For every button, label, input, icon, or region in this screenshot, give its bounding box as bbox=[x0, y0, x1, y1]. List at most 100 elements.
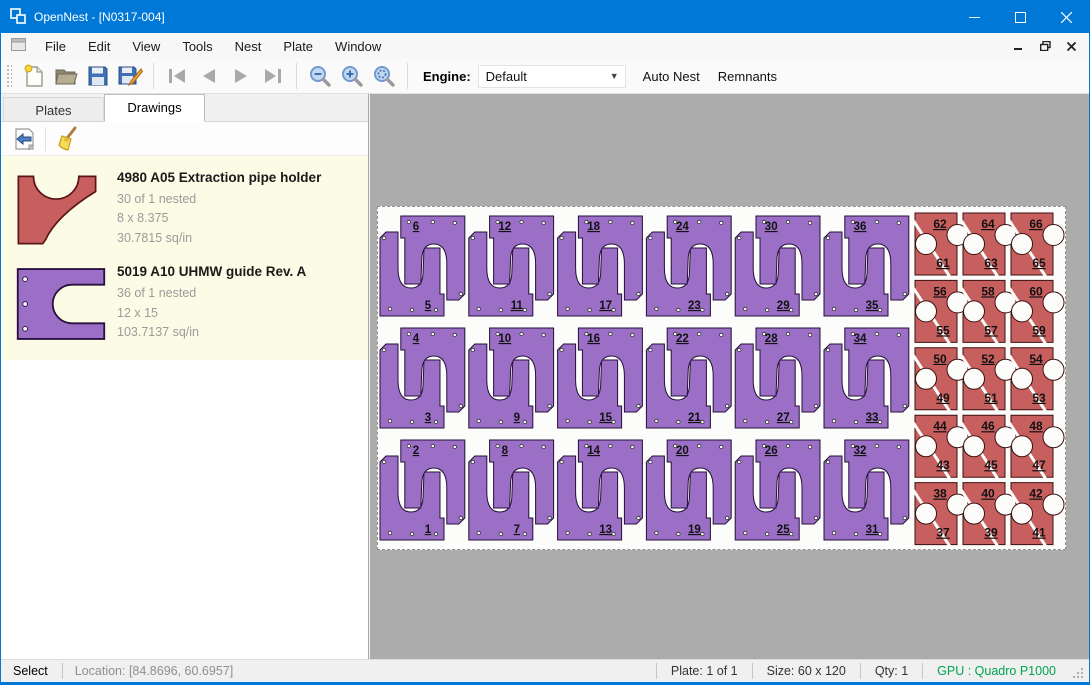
panel-toolbar-separator bbox=[45, 127, 46, 151]
status-location: Location: [84.8696, 60.6957] bbox=[63, 664, 245, 678]
nested-pair-purple[interactable]: 3635 bbox=[824, 216, 909, 316]
menu-plate[interactable]: Plate bbox=[272, 35, 324, 58]
drill-hole bbox=[677, 532, 680, 535]
drawing-size: 12 x 15 bbox=[117, 304, 306, 323]
nested-pair-purple[interactable]: 2019 bbox=[646, 440, 731, 540]
minimize-button[interactable] bbox=[951, 1, 997, 33]
menu-file[interactable]: File bbox=[34, 35, 77, 58]
drill-hole bbox=[808, 333, 811, 336]
drill-hole bbox=[698, 332, 701, 335]
drill-hole bbox=[548, 292, 551, 295]
next-plate-button[interactable] bbox=[225, 61, 257, 91]
plate-sheet[interactable]: 6543211211109871817161514132423222120193… bbox=[377, 206, 1066, 550]
resize-grip-icon[interactable] bbox=[1072, 667, 1086, 681]
zoom-out-button[interactable] bbox=[304, 61, 336, 91]
nested-pair-purple[interactable]: 21 bbox=[380, 440, 465, 540]
clear-drawings-button[interactable] bbox=[52, 125, 82, 153]
drill-hole bbox=[903, 404, 906, 407]
drill-hole bbox=[826, 236, 829, 239]
tab-drawings[interactable]: Drawings bbox=[104, 94, 205, 122]
previous-plate-button[interactable] bbox=[193, 61, 225, 91]
open-file-button[interactable] bbox=[50, 61, 82, 91]
menu-nest[interactable]: Nest bbox=[224, 35, 273, 58]
part-number: 1 bbox=[425, 524, 432, 536]
zoom-fit-button[interactable] bbox=[368, 61, 400, 91]
circular-notch bbox=[964, 234, 985, 255]
drawing-item-uhmw-guide[interactable]: 5019 A10 UHMW guide Rev. A 36 of 1 neste… bbox=[7, 256, 364, 350]
part-number: 2 bbox=[413, 445, 419, 457]
drill-hole bbox=[738, 348, 741, 351]
nested-pair-purple[interactable]: 65 bbox=[380, 216, 465, 316]
menu-view[interactable]: View bbox=[121, 35, 171, 58]
nested-pair-purple[interactable]: 3029 bbox=[735, 216, 820, 316]
mdi-minimize-icon[interactable] bbox=[1011, 39, 1027, 53]
circular-notch bbox=[916, 301, 937, 322]
nested-pair-purple[interactable]: 2827 bbox=[735, 328, 820, 428]
status-gpu: GPU : Quadro P1000 bbox=[922, 663, 1070, 679]
drill-hole bbox=[612, 308, 615, 311]
drill-hole bbox=[766, 308, 769, 311]
status-qty: Qty: 1 bbox=[860, 663, 922, 679]
nested-pair-purple[interactable]: 87 bbox=[469, 440, 554, 540]
close-button[interactable] bbox=[1043, 1, 1089, 33]
part-number: 33 bbox=[866, 412, 879, 424]
drill-hole bbox=[766, 420, 769, 423]
maximize-button[interactable] bbox=[997, 1, 1043, 33]
part-number: 5 bbox=[425, 300, 432, 312]
engine-selected-value: Default bbox=[486, 69, 527, 84]
nested-pair-purple[interactable]: 109 bbox=[469, 328, 554, 428]
mdi-restore-icon[interactable] bbox=[1037, 39, 1053, 53]
nested-pair-purple[interactable]: 1817 bbox=[558, 216, 643, 316]
mdi-close-icon[interactable] bbox=[1063, 39, 1079, 53]
part-number: 30 bbox=[765, 221, 778, 233]
part-number: 41 bbox=[1032, 526, 1046, 540]
nested-pair-purple[interactable]: 1615 bbox=[558, 328, 643, 428]
nested-pair-purple[interactable]: 2221 bbox=[646, 328, 731, 428]
nested-pair-purple[interactable]: 43 bbox=[380, 328, 465, 428]
drill-hole bbox=[453, 445, 456, 448]
engine-select[interactable]: Default ▼ bbox=[478, 65, 626, 88]
part-number: 16 bbox=[587, 333, 600, 345]
toolbar-grip[interactable] bbox=[6, 64, 12, 88]
tab-plates[interactable]: Plates bbox=[3, 97, 104, 121]
status-plate-count: Plate: 1 of 1 bbox=[656, 663, 752, 679]
nested-pair-purple[interactable]: 1413 bbox=[558, 440, 643, 540]
drill-hole bbox=[790, 420, 793, 423]
circular-notch bbox=[1012, 436, 1033, 457]
circular-notch bbox=[916, 503, 937, 524]
drawing-item-extraction-pipe-holder[interactable]: 4980 A05 Extraction pipe holder 30 of 1 … bbox=[7, 162, 364, 256]
app-logo-icon bbox=[10, 8, 26, 27]
drill-hole bbox=[878, 308, 881, 311]
drill-hole bbox=[786, 220, 789, 223]
part-number: 55 bbox=[936, 323, 950, 337]
nested-pair-purple[interactable]: 2423 bbox=[646, 216, 731, 316]
engine-label: Engine: bbox=[423, 69, 471, 84]
menu-tools[interactable]: Tools bbox=[171, 35, 223, 58]
drill-hole bbox=[407, 444, 410, 447]
nest-canvas[interactable]: 6543211211109871817161514132423222120193… bbox=[370, 94, 1089, 659]
mdi-child-icon[interactable] bbox=[11, 38, 26, 54]
part-number: 8 bbox=[502, 445, 509, 457]
save-button[interactable] bbox=[82, 61, 114, 91]
drill-hole bbox=[434, 532, 437, 535]
last-plate-button[interactable] bbox=[257, 61, 289, 91]
status-bar: Select Location: [84.8696, 60.6957] Plat… bbox=[1, 659, 1089, 684]
nested-pair-purple[interactable]: 3231 bbox=[824, 440, 909, 540]
drill-hole bbox=[431, 220, 434, 223]
menu-window[interactable]: Window bbox=[324, 35, 392, 58]
zoom-in-button[interactable] bbox=[336, 61, 368, 91]
nested-pair-purple[interactable]: 2625 bbox=[735, 440, 820, 540]
remnants-button[interactable]: Remnants bbox=[709, 64, 786, 89]
import-drawing-button[interactable] bbox=[9, 125, 39, 153]
auto-nest-button[interactable]: Auto Nest bbox=[634, 64, 709, 89]
new-file-button[interactable] bbox=[18, 61, 50, 91]
menu-edit[interactable]: Edit bbox=[77, 35, 121, 58]
part-number: 45 bbox=[984, 458, 998, 472]
circular-notch bbox=[964, 368, 985, 389]
nested-pair-purple[interactable]: 1211 bbox=[469, 216, 554, 316]
save-as-button[interactable] bbox=[114, 61, 146, 91]
drill-hole bbox=[477, 307, 480, 310]
first-plate-button[interactable] bbox=[161, 61, 193, 91]
part-number: 28 bbox=[765, 333, 778, 345]
nested-pair-purple[interactable]: 3433 bbox=[824, 328, 909, 428]
